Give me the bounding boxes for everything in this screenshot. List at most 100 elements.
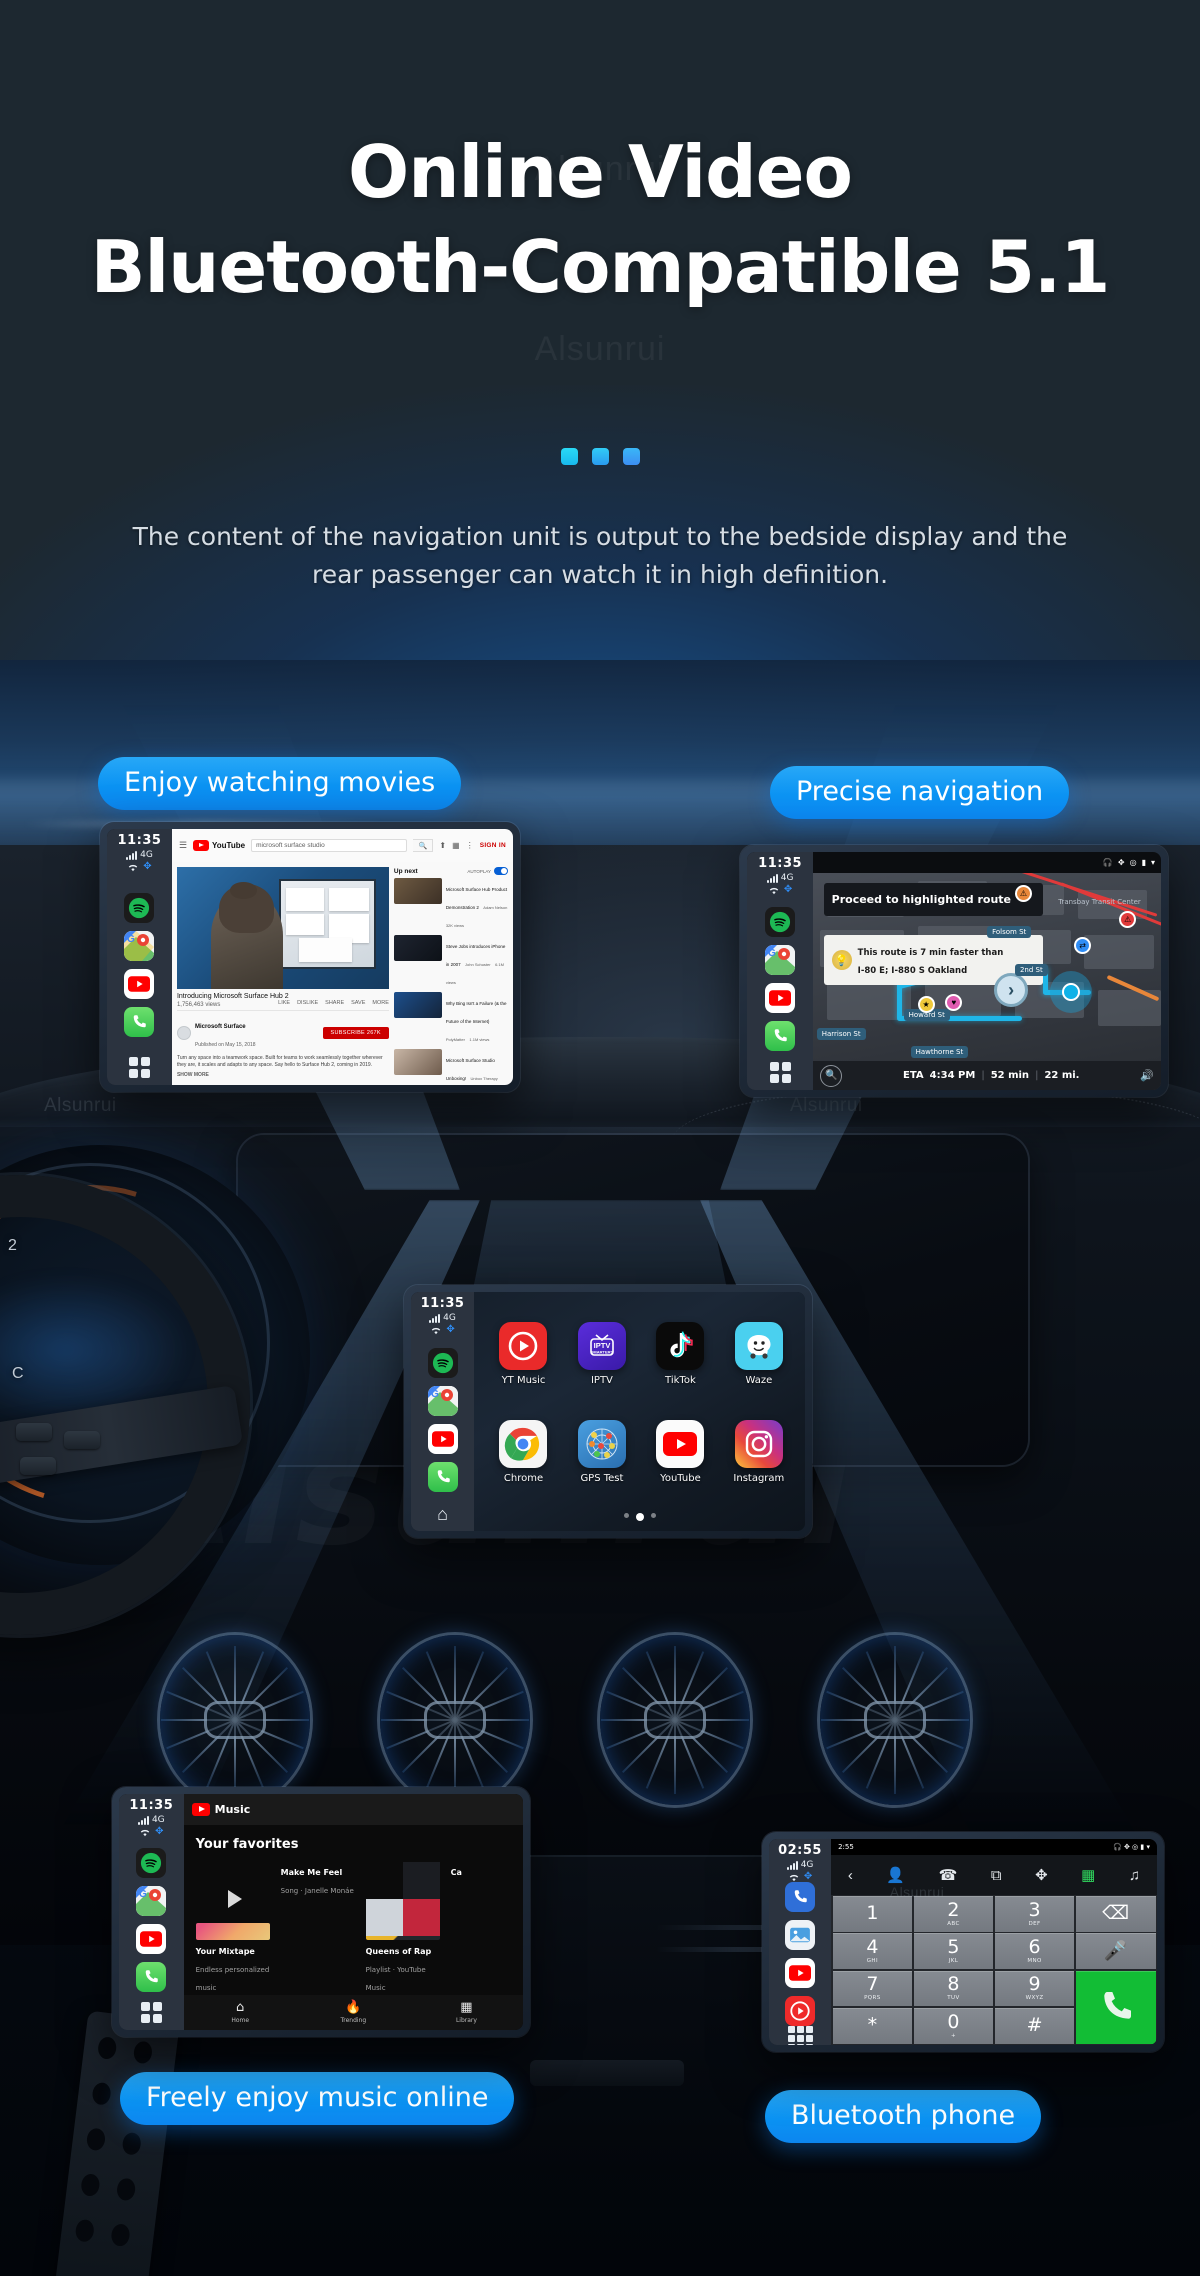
hamburger-icon[interactable]: ☰ [179,840,187,851]
phone-icon[interactable] [427,1462,458,1493]
dial-key-5[interactable]: 5 JKL [913,1933,994,1970]
list-item[interactable]: Queens of Rap Playlist · YouTube Music [365,1861,440,1995]
google-maps-icon[interactable]: G [427,1386,458,1417]
youtube-icon[interactable] [765,982,796,1013]
nav-library[interactable]: ▦ Library [410,2000,523,2024]
show-more-button[interactable]: SHOW MORE [177,1072,389,1078]
spotify-icon[interactable] [124,892,155,923]
video-player[interactable] [176,867,389,989]
contacts-icon[interactable]: 👤 [886,1866,905,1884]
sync-icon[interactable]: ⧉ [991,1867,1002,1884]
map-canvas[interactable]: Proceed to highlighted route 💡 This rout… [813,873,1161,1062]
yt-music-icon[interactable] [785,1996,816,2027]
music-icon[interactable]: ♫ [1129,1867,1140,1884]
app-youtube[interactable]: YouTube [644,1406,716,1497]
app-grid-icon[interactable] [140,2002,162,2023]
sign-in-button[interactable]: SIGN IN [480,842,506,849]
youtube-icon[interactable] [427,1424,458,1455]
upload-icon[interactable]: ⬆ [439,841,446,850]
keypad-icon[interactable]: ▦ [1081,1866,1095,1884]
youtube-icon[interactable] [136,1923,167,1954]
list-item[interactable]: Microsoft Surface Studio Unboxing! Unbox… [393,1049,508,1085]
app-grid-icon[interactable] [787,2026,813,2045]
google-maps-icon[interactable]: G [765,944,796,975]
dial-key-3[interactable]: 3 DEF [994,1896,1075,1932]
dial-key-9[interactable]: 9 WXYZ [994,1970,1075,2007]
poi-icon[interactable]: ⚠ [1119,911,1137,929]
app-grid-icon[interactable] [769,1062,791,1083]
microphone-icon[interactable]: 🎤 [1075,1933,1156,1970]
label-enjoy-movies[interactable]: Enjoy watching movies [98,757,462,810]
dislike-button[interactable]: DISLIKE [297,1000,318,1006]
dial-key-0[interactable]: 0 + [913,2007,994,2044]
nav-trending[interactable]: 🔥 Trending [297,2000,410,2024]
air-vent-2[interactable] [380,1635,530,1805]
app-gps-test[interactable]: GPS Test [566,1406,638,1497]
app-waze[interactable]: Waze [723,1309,795,1400]
phone-icon[interactable] [124,1006,155,1037]
search-icon[interactable]: 🔍 [820,1064,843,1087]
nav-home[interactable]: ⌂ Home [184,2000,297,2024]
dial-key-6[interactable]: 6 MNO [994,1933,1075,1970]
apps-icon[interactable]: ▦ [452,841,460,850]
list-item[interactable]: Steve Jobs introduces iPhone in 2007 Joh… [393,935,508,989]
gallery-icon[interactable] [785,1920,816,1951]
list-item[interactable]: Microsoft Surface Hub Product Demonstrat… [393,878,508,932]
more-actions-button[interactable]: MORE [372,1000,389,1006]
app-instagram[interactable]: Instagram [723,1406,795,1497]
like-button[interactable]: LIKE [278,1000,290,1006]
save-button[interactable]: SAVE [351,1000,365,1006]
wheel-button-1[interactable] [16,1423,52,1441]
volume-icon[interactable]: 🔊 [1140,1069,1154,1082]
app-chrome[interactable]: Chrome [487,1406,559,1497]
youtube-icon[interactable] [124,968,155,999]
poi-icon[interactable]: ♥ [945,993,963,1011]
dial-key-hash[interactable]: # [994,2007,1075,2044]
google-maps-icon[interactable]: G [136,1885,167,1916]
back-icon[interactable]: ‹ [848,1867,853,1884]
dialer-icon[interactable] [785,1882,816,1913]
label-precise-nav[interactable]: Precise navigation [770,766,1070,819]
google-maps-icon[interactable]: G [124,930,155,961]
youtube-icon[interactable] [785,1958,816,1989]
page-dot-1[interactable] [623,1513,629,1519]
call-button[interactable] [1075,1970,1156,2044]
label-bluetooth-phone[interactable]: Bluetooth phone [765,2090,1042,2143]
page-dot-2-active[interactable] [635,1513,644,1522]
share-button[interactable]: SHARE [325,1000,344,1006]
app-yt-music[interactable]: YT Music [487,1309,559,1400]
autoplay-toggle[interactable] [494,867,508,876]
phone-icon[interactable] [765,1020,796,1051]
list-item[interactable]: Your Mixtape Endless personalized music [195,1862,270,1995]
spotify-icon[interactable] [427,1348,458,1379]
bluetooth-icon[interactable]: ✥ [1035,1866,1048,1884]
air-vent-1[interactable] [160,1635,310,1805]
air-vent-4[interactable] [820,1635,970,1805]
poi-icon[interactable]: ⚠ [1014,884,1032,902]
air-vent-3[interactable] [600,1635,750,1805]
search-icon[interactable]: 🔍 [413,839,434,853]
page-dot-3[interactable] [650,1513,656,1519]
dial-key-1[interactable]: 1 [832,1896,913,1932]
call-log-icon[interactable]: ☎ [939,1866,958,1884]
spotify-icon[interactable] [765,906,796,937]
poi-icon[interactable]: ★ [917,995,935,1013]
dial-key-4[interactable]: 4 GHI [832,1933,913,1970]
app-grid-icon[interactable] [128,1057,150,1078]
wheel-button-3[interactable] [20,1457,56,1475]
spotify-icon[interactable] [136,1847,167,1878]
dial-key-8[interactable]: 8 TUV [913,1970,994,2007]
backspace-icon[interactable]: ⌫ [1075,1896,1156,1932]
search-input[interactable]: microsoft surface studio [251,839,408,853]
label-music-online[interactable]: Freely enjoy music online [120,2072,515,2125]
channel-name[interactable]: Microsoft Surface [195,1024,246,1030]
app-tiktok[interactable]: TikTok [644,1309,716,1400]
more-icon[interactable]: ⋮ [466,841,474,850]
dial-key-star[interactable]: * [832,2007,913,2044]
dial-key-2[interactable]: 2 ABC [913,1896,994,1932]
phone-icon[interactable] [136,1961,167,1992]
list-item[interactable]: Why Bing Isn't a Failure (& the Future o… [393,992,508,1046]
list-item[interactable]: Ca [451,1862,523,1995]
app-iptv[interactable]: IPTV SMARTERS IPTV [566,1309,638,1400]
dial-key-7[interactable]: 7 PQRS [832,1970,913,2007]
